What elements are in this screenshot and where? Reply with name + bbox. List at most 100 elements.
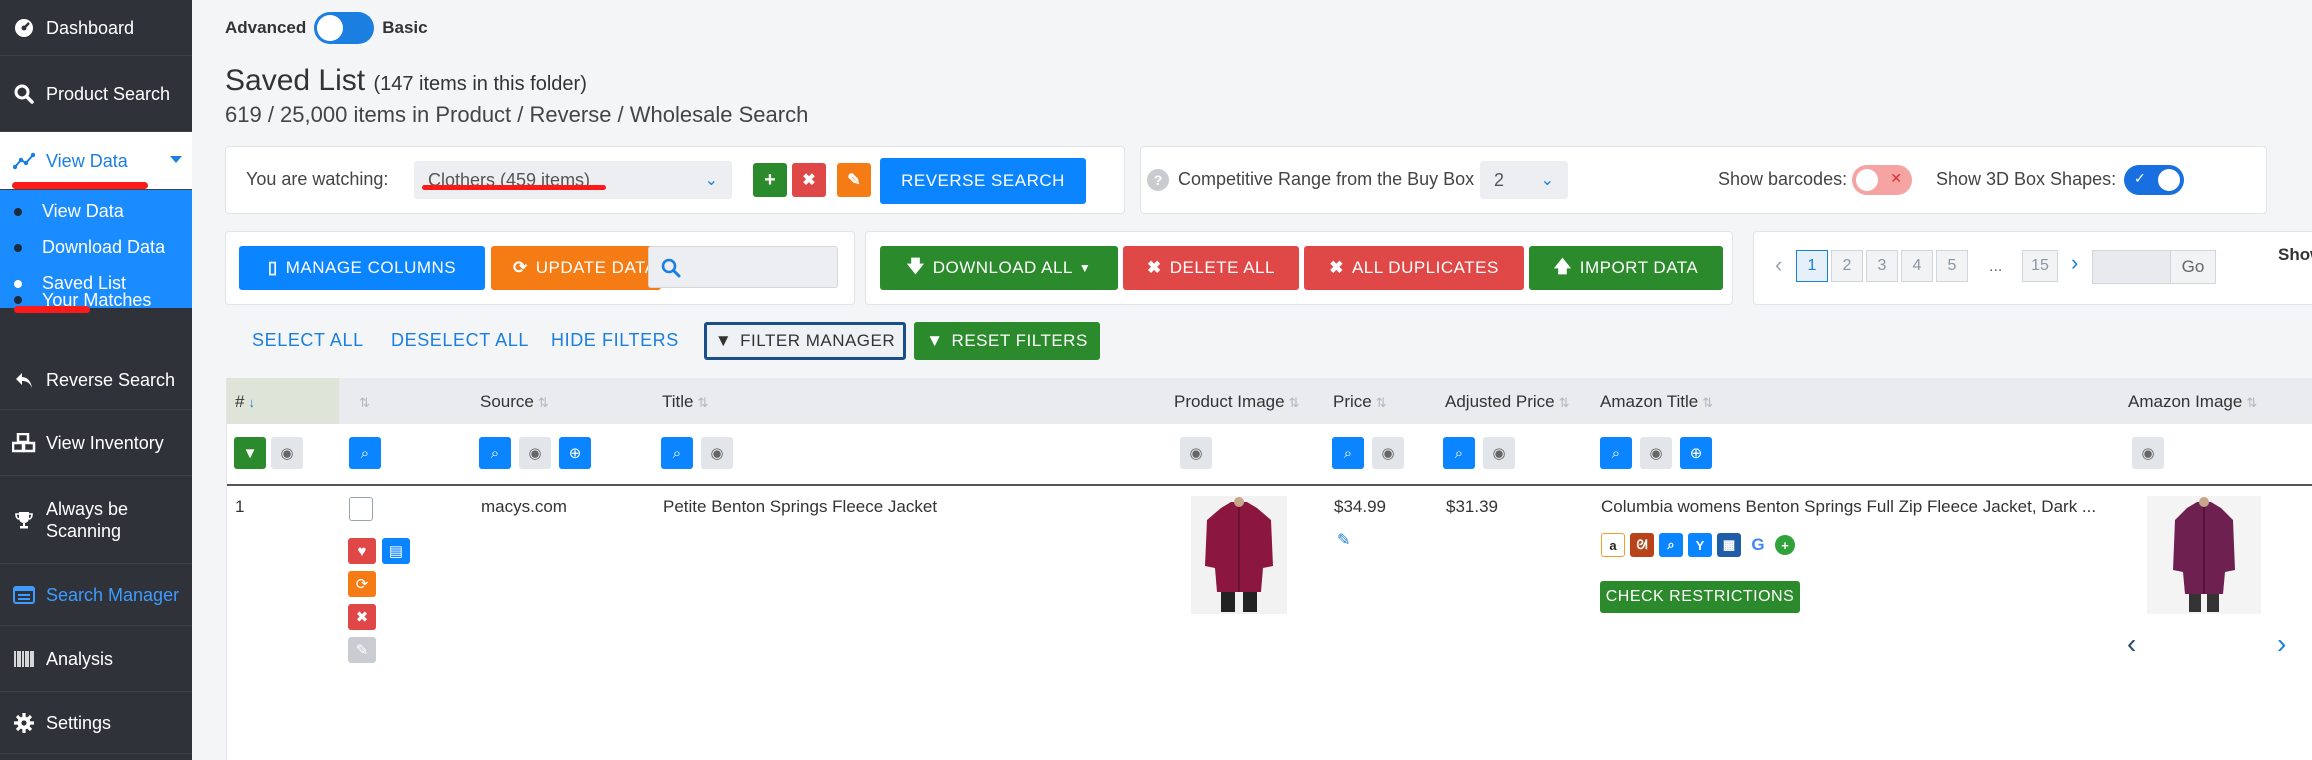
search-icon[interactable]: ⌕ xyxy=(661,437,693,469)
sidebar-item-search-manager[interactable]: Search Manager xyxy=(0,564,192,626)
prev-page-icon[interactable]: ‹ xyxy=(1775,252,1782,278)
hide-filters-link[interactable]: HIDE FILTERS xyxy=(551,330,679,351)
amazon-image[interactable] xyxy=(2147,496,2261,614)
page-button[interactable]: 15 xyxy=(2022,250,2058,282)
all-duplicates-button[interactable]: ✖ ALL DUPLICATES xyxy=(1304,246,1524,290)
prev-image-icon[interactable]: ‹ xyxy=(2127,628,2136,660)
hide-column-icon[interactable]: ◉ xyxy=(701,437,733,469)
delete-all-button[interactable]: ✖ DELETE ALL xyxy=(1123,246,1299,290)
competitive-range-select[interactable]: 2 ⌄ xyxy=(1480,161,1568,199)
barcode-icon xyxy=(12,647,36,671)
next-image-icon[interactable]: › xyxy=(2277,628,2286,660)
download-all-button[interactable]: 🡇 DOWNLOAD ALL ▼ xyxy=(880,246,1118,290)
page-button[interactable]: 3 xyxy=(1866,250,1898,282)
search-icon[interactable]: ⌕ xyxy=(1659,533,1683,557)
column-header-product-image[interactable]: Product Image ⇅ xyxy=(1174,392,1299,412)
page-button[interactable]: 4 xyxy=(1901,250,1933,282)
submenu-item-download-data[interactable]: Download Data xyxy=(14,237,165,258)
folder-select[interactable]: Clothers (459 items) ⌄ xyxy=(414,161,732,199)
pagination-ellipsis: ... xyxy=(1989,258,2003,275)
hide-column-icon[interactable]: ◉ xyxy=(1483,437,1515,469)
hide-column-icon[interactable]: ◉ xyxy=(271,437,303,469)
reset-filters-button[interactable]: ▼ RESET FILTERS xyxy=(914,322,1100,360)
annotation-underline xyxy=(12,182,148,189)
google-icon[interactable]: G xyxy=(1746,533,1770,557)
page-button[interactable]: 1 xyxy=(1796,250,1828,282)
deselect-all-link[interactable]: DESELECT ALL xyxy=(391,330,529,351)
data-table: # ↓ ⇅ Source ⇅ Title ⇅ Product Image ⇅ Price… xyxy=(226,378,2312,760)
search-icon[interactable]: ⌕ xyxy=(349,437,381,469)
folder-open-icon: ▤ xyxy=(388,543,404,560)
delete-folder-button[interactable]: ✖ xyxy=(792,163,826,197)
reverse-search-button[interactable]: REVERSE SEARCH xyxy=(880,158,1086,204)
hide-column-icon[interactable]: ◉ xyxy=(519,437,551,469)
page-number-input[interactable] xyxy=(2092,250,2172,284)
title-cell[interactable]: Petite Benton Springs Fleece Jacket xyxy=(663,497,937,517)
mode-switch[interactable] xyxy=(314,12,375,44)
row-checkbox[interactable] xyxy=(349,497,373,521)
sidebar-item-view-inventory[interactable]: View Inventory xyxy=(0,410,192,476)
select-all-link[interactable]: SELECT ALL xyxy=(252,330,364,351)
column-header-select[interactable]: ⇅ xyxy=(355,392,370,412)
column-header-source[interactable]: Source ⇅ xyxy=(480,392,549,412)
keepa-icon[interactable]: Y xyxy=(1688,533,1712,557)
move-folder-button[interactable]: ▤ xyxy=(382,538,410,564)
dashboard-icon xyxy=(12,16,36,40)
search-icon[interactable]: ⌕ xyxy=(479,437,511,469)
show-3d-box-toggle[interactable]: ✓ xyxy=(2124,165,2184,195)
add-icon[interactable]: + xyxy=(1775,535,1795,555)
add-folder-button[interactable]: + xyxy=(753,163,787,197)
next-page-icon[interactable]: › xyxy=(2071,250,2078,276)
close-icon: ✖ xyxy=(355,609,369,626)
column-header-amazon-title[interactable]: Amazon Title ⇅ xyxy=(1600,392,1713,412)
filter-icon[interactable]: ▼ xyxy=(234,437,266,469)
page-title-row: Saved List (147 items in this folder) xyxy=(225,64,587,98)
hide-column-icon[interactable]: ◉ xyxy=(1640,437,1672,469)
cart-icon[interactable]: ▦ xyxy=(1717,533,1741,557)
search-icon[interactable]: ⌕ xyxy=(1332,437,1364,469)
refresh-row-button[interactable]: ⟳ xyxy=(348,571,376,597)
check-icon: ✓ xyxy=(2134,170,2146,186)
watching-label: You are watching: xyxy=(246,169,389,189)
column-header-amazon-image[interactable]: Amazon Image ⇅ xyxy=(2128,392,2257,412)
favorite-button[interactable]: ♥ xyxy=(348,538,376,564)
column-header-price[interactable]: Price ⇅ xyxy=(1333,392,1387,412)
amazon-title-cell[interactable]: Columbia womens Benton Springs Full Zip … xyxy=(1601,497,2096,517)
product-image[interactable] xyxy=(1191,496,1287,614)
globe-icon[interactable]: ⊕ xyxy=(559,437,591,469)
pencil-icon[interactable]: ✎ xyxy=(1337,530,1350,550)
column-header-title[interactable]: Title ⇅ xyxy=(662,392,708,412)
edit-row-button[interactable]: ✎ xyxy=(348,637,376,663)
filter-manager-button[interactable]: ▼ FILTER MANAGER xyxy=(704,322,906,360)
sidebar-item-reverse-search[interactable]: Reverse Search xyxy=(0,350,192,410)
sidebar-item-settings[interactable]: Settings xyxy=(0,692,192,754)
update-data-button[interactable]: ⟳ UPDATE DATA xyxy=(491,246,661,290)
globe-icon[interactable]: ⊕ xyxy=(1680,437,1712,469)
show-3d-box-label: Show 3D Box Shapes: xyxy=(1936,169,2117,189)
page-button[interactable]: 2 xyxy=(1831,250,1863,282)
go-button[interactable]: Go xyxy=(2170,250,2216,284)
hide-column-icon[interactable]: ◉ xyxy=(2132,437,2164,469)
sidebar-item-always-be-scanning[interactable]: Always be Scanning xyxy=(0,476,192,564)
import-data-button[interactable]: 🡅 IMPORT DATA xyxy=(1529,246,1723,290)
hide-column-icon[interactable]: ◉ xyxy=(1372,437,1404,469)
sidebar-item-dashboard[interactable]: Dashboard xyxy=(0,0,192,56)
column-header-number[interactable]: # ↓ xyxy=(235,392,255,412)
edit-folder-button[interactable]: ✎ xyxy=(837,163,871,197)
amazon-icon[interactable]: a xyxy=(1601,533,1625,557)
delete-row-button[interactable]: ✖ xyxy=(348,604,376,630)
check-restrictions-button[interactable]: CHECK RESTRICTIONS xyxy=(1600,581,1800,613)
search-input[interactable] xyxy=(648,246,838,288)
help-icon[interactable]: ? xyxy=(1147,169,1169,191)
hide-column-icon[interactable]: ◉ xyxy=(1180,437,1212,469)
search-icon[interactable]: ⌕ xyxy=(1443,437,1475,469)
column-header-adjusted-price[interactable]: Adjusted Price ⇅ xyxy=(1445,392,1570,412)
submenu-item-view-data[interactable]: View Data xyxy=(14,201,124,222)
search-icon[interactable]: ⌕ xyxy=(1600,437,1632,469)
sidebar-item-analysis[interactable]: Analysis xyxy=(0,626,192,692)
page-button[interactable]: 5 xyxy=(1936,250,1968,282)
camel-icon[interactable]: ᘛ xyxy=(1630,533,1654,557)
show-barcodes-toggle[interactable]: ✕ xyxy=(1852,165,1912,195)
manage-columns-button[interactable]: ▯ MANAGE COLUMNS xyxy=(239,246,485,290)
sidebar-item-product-search[interactable]: Product Search xyxy=(0,56,192,132)
